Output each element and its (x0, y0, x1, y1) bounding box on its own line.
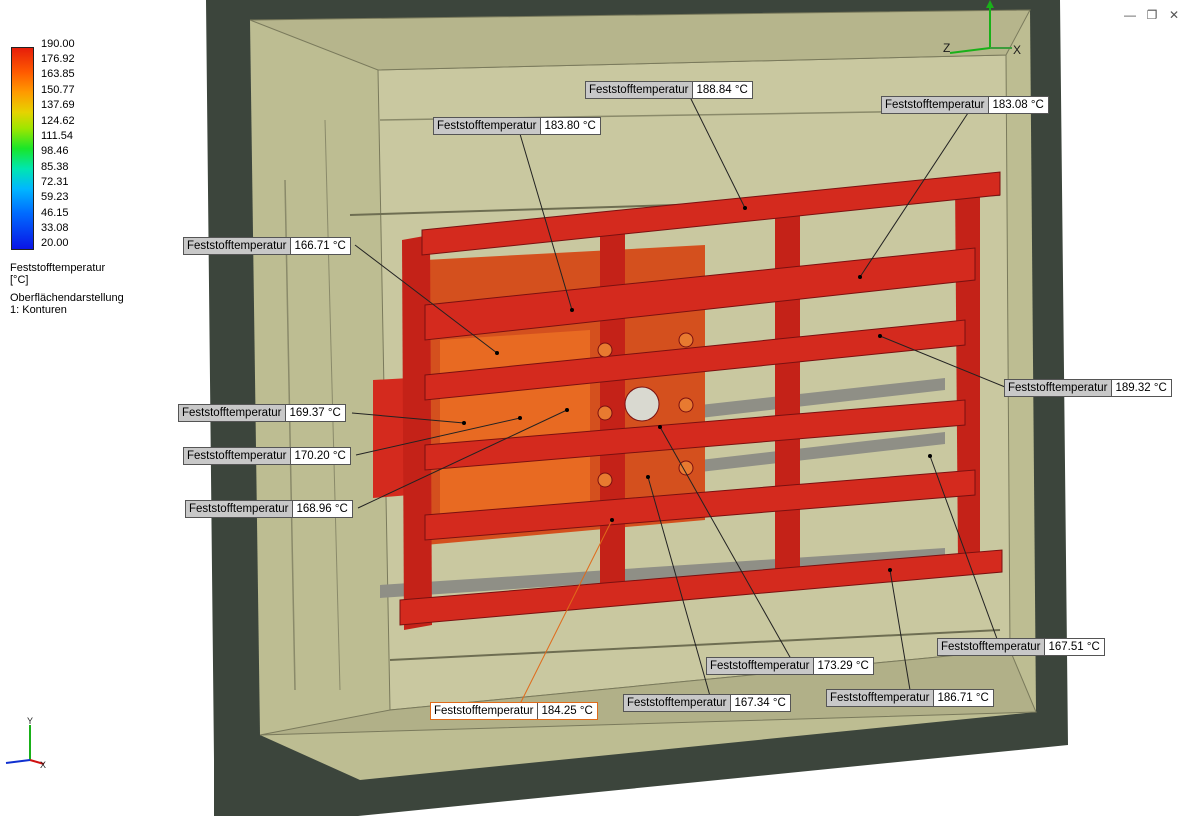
legend-tick: 72.31 (41, 176, 69, 188)
legend-tick: 20.00 (41, 237, 69, 249)
restore-icon[interactable]: ❐ (1144, 8, 1160, 22)
legend-color-bar (11, 47, 34, 250)
probe-value: 170.20 °C (290, 448, 350, 464)
legend-tick: 46.15 (41, 207, 69, 219)
probe-label[interactable]: Feststofftemperatur 166.71 °C (183, 237, 351, 255)
legend-tick: 163.85 (41, 68, 75, 80)
probe-label[interactable]: Feststofftemperatur 169.37 °C (178, 404, 346, 422)
probe-label[interactable]: Feststofftemperatur 183.08 °C (881, 96, 1049, 114)
probe-name: Feststofftemperatur (186, 501, 293, 517)
probe-label[interactable]: Feststofftemperatur 167.34 °C (623, 694, 791, 712)
frame-post-left (402, 235, 432, 630)
legend-tick: 59.23 (41, 191, 69, 203)
probe-label[interactable]: Feststofftemperatur 186.71 °C (826, 689, 994, 707)
probe-name: Feststofftemperatur (882, 97, 989, 113)
frame-post (775, 208, 800, 585)
probe-value: 186.71 °C (933, 690, 993, 706)
probe-value: 183.08 °C (988, 97, 1048, 113)
probe-label[interactable]: Feststofftemperatur 183.80 °C (433, 117, 601, 135)
reference-triad: Y X (5, 716, 46, 770)
frame-hole (678, 332, 694, 348)
frame-hole (678, 397, 694, 413)
legend-tick: 190.00 (41, 38, 75, 50)
probe-value: 167.34 °C (730, 695, 790, 711)
legend-tick: 150.77 (41, 84, 75, 96)
probe-label[interactable]: Feststofftemperatur 167.51 °C (937, 638, 1105, 656)
probe-label-selected[interactable]: Feststofftemperatur 184.25 °C (430, 702, 598, 720)
legend-tick: 33.08 (41, 222, 69, 234)
probe-value: 184.25 °C (537, 703, 597, 719)
frame-hole (597, 472, 613, 488)
probe-name: Feststofftemperatur (1005, 380, 1112, 396)
frame-hole (597, 405, 613, 421)
probe-value: 183.80 °C (540, 118, 600, 134)
probe-value: 173.29 °C (813, 658, 873, 674)
probe-name: Feststofftemperatur (184, 238, 291, 254)
probe-name: Feststofftemperatur (431, 703, 538, 719)
triad-label-z: Z (943, 41, 950, 55)
probe-name: Feststofftemperatur (624, 695, 731, 711)
probe-label[interactable]: Feststofftemperatur 170.20 °C (183, 447, 351, 465)
probe-value: 168.96 °C (292, 501, 352, 517)
legend-tick: 137.69 (41, 99, 75, 111)
legend-title: Feststofftemperatur [°C] (10, 262, 106, 286)
legend-tick: 124.62 (41, 115, 75, 127)
close-icon[interactable]: ✕ (1166, 8, 1182, 22)
minimize-icon[interactable]: — (1122, 8, 1138, 22)
probe-value: 188.84 °C (692, 82, 752, 98)
probe-name: Feststofftemperatur (179, 405, 286, 421)
ref-triad-label-x: X (40, 760, 46, 770)
probe-label[interactable]: Feststofftemperatur 189.32 °C (1004, 379, 1172, 397)
probe-value: 169.37 °C (285, 405, 345, 421)
legend-tick: 85.38 (41, 161, 69, 173)
viewport-window-buttons: — ❐ ✕ (1122, 8, 1182, 22)
probe-name: Feststofftemperatur (586, 82, 693, 98)
frame-hole (597, 342, 613, 358)
ref-triad-label-y: Y (27, 716, 33, 726)
probe-name: Feststofftemperatur (434, 118, 541, 134)
probe-name: Feststofftemperatur (184, 448, 291, 464)
probe-name: Feststofftemperatur (938, 639, 1045, 655)
ref-triad-z-axis (5, 759, 31, 764)
triad-label-x: X (1013, 43, 1021, 57)
probe-label[interactable]: Feststofftemperatur 173.29 °C (706, 657, 874, 675)
hot-zone (440, 330, 590, 525)
probe-name: Feststofftemperatur (707, 658, 814, 674)
probe-label[interactable]: Feststofftemperatur 188.84 °C (585, 81, 753, 99)
legend-tick: 176.92 (41, 53, 75, 65)
legend-tick: 98.46 (41, 145, 69, 157)
frame-hole (624, 386, 660, 422)
probe-value: 166.71 °C (290, 238, 350, 254)
probe-name: Feststofftemperatur (827, 690, 934, 706)
legend-plot-name: Oberflächendarstellung 1: Konturen (10, 292, 124, 316)
probe-value: 189.32 °C (1111, 380, 1171, 396)
legend-tick: 111.54 (41, 130, 74, 142)
probe-label[interactable]: Feststofftemperatur 168.96 °C (185, 500, 353, 518)
probe-value: 167.51 °C (1044, 639, 1104, 655)
